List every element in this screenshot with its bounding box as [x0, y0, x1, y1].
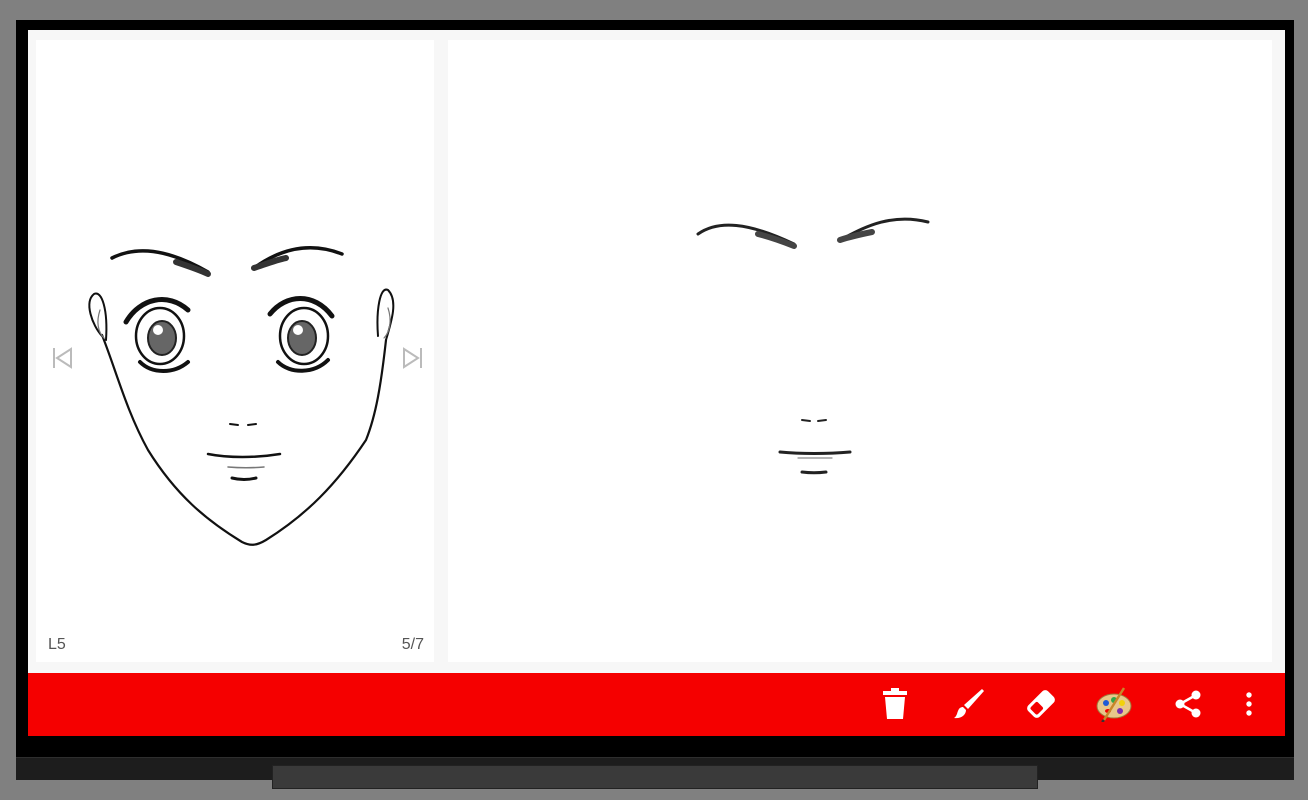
page-counter: 5/7 — [401, 636, 424, 653]
more-options-button[interactable] — [1229, 684, 1269, 724]
skip-previous-icon — [53, 347, 72, 369]
more-vertical-icon — [1246, 692, 1252, 716]
brush-icon — [954, 689, 984, 719]
bottom-toolbar — [28, 673, 1285, 736]
palette-button[interactable] — [1094, 684, 1134, 724]
palette-icon — [1096, 687, 1132, 722]
tv-stand — [272, 765, 1038, 789]
share-button[interactable] — [1168, 684, 1208, 724]
eraser-icon — [1027, 690, 1055, 718]
user-drawing-strokes — [696, 217, 930, 475]
next-reference-button[interactable] — [401, 345, 425, 371]
trash-icon — [883, 688, 907, 719]
skip-next-icon — [403, 347, 422, 369]
delete-button[interactable] — [875, 684, 915, 724]
app-screen: L5 5/7 — [28, 30, 1285, 736]
previous-reference-button[interactable] — [50, 345, 74, 371]
reference-face-drawing — [88, 246, 395, 546]
share-icon — [1175, 690, 1201, 718]
eraser-button[interactable] — [1021, 684, 1061, 724]
reference-image-panel: L5 5/7 — [36, 40, 434, 662]
level-label: L5 — [48, 636, 66, 653]
brush-button[interactable] — [948, 684, 988, 724]
drawing-canvas[interactable] — [448, 40, 1272, 662]
